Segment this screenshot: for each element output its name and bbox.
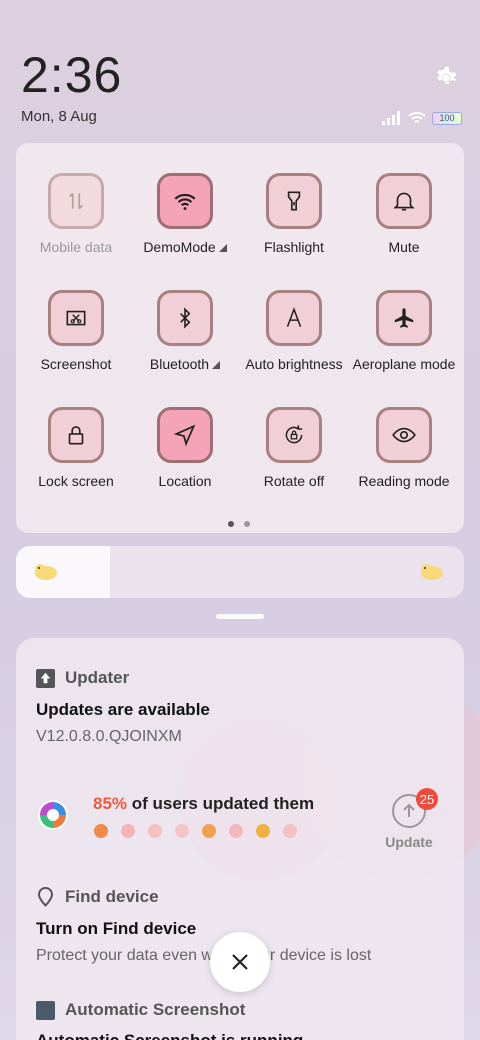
mobile-data-icon[interactable] xyxy=(48,173,104,229)
tile-label: Screenshot xyxy=(21,356,131,372)
signal-icon xyxy=(382,111,400,125)
tile-label-text: Location xyxy=(158,473,212,489)
avatar-icon xyxy=(94,824,108,838)
tile-location[interactable]: Location xyxy=(130,407,240,489)
tile-screenshot[interactable]: Screenshot xyxy=(21,290,131,372)
avatar-icon xyxy=(202,824,216,838)
tile-demomode[interactable]: DemoMode xyxy=(130,173,240,255)
find-device-title[interactable]: Turn on Find device xyxy=(36,919,196,939)
tile-label-text: Reading mode xyxy=(358,473,450,489)
page-dot xyxy=(244,521,250,527)
tile-label: Mobile data xyxy=(21,239,131,255)
tile-label-text: Aeroplane mode xyxy=(352,356,456,372)
avatar-icon xyxy=(121,824,135,838)
screenshot-title[interactable]: Automatic Screenshot is running xyxy=(36,1031,303,1040)
tile-label-text: Flashlight xyxy=(264,239,324,255)
screenshot-app-icon xyxy=(36,1000,55,1020)
tile-label: Mute xyxy=(349,239,459,255)
tile-label-text: Lock screen xyxy=(38,473,114,489)
screenshot-icon[interactable] xyxy=(48,290,104,346)
tile-bluetooth[interactable]: Bluetooth xyxy=(130,290,240,372)
update-label: Update xyxy=(385,834,433,850)
update-percent: 85% xyxy=(93,794,128,813)
rotate-lock-icon[interactable] xyxy=(266,407,322,463)
avatar-icon xyxy=(148,824,162,838)
update-row: 85% of users updated them Update 25 xyxy=(36,788,446,854)
tile-label-text: Screenshot xyxy=(40,356,112,372)
page-indicator xyxy=(228,521,250,527)
screenshot-notification-header: Automatic Screenshot xyxy=(36,1000,245,1020)
tile-reading-mode[interactable]: Reading mode xyxy=(349,407,459,489)
settings-gear-icon[interactable] xyxy=(432,64,460,92)
brightness-slider[interactable] xyxy=(16,546,464,598)
tile-label: DemoMode xyxy=(130,239,240,255)
avatar-icon xyxy=(283,824,297,838)
location-icon[interactable] xyxy=(157,407,213,463)
tile-label: Aeroplane mode xyxy=(349,356,459,372)
tile-flashlight[interactable]: Flashlight xyxy=(239,173,349,255)
tile-label-text: Auto brightness xyxy=(245,356,343,372)
tile-label: Rotate off xyxy=(239,473,349,489)
tile-mobile-data[interactable]: Mobile data xyxy=(21,173,131,255)
tile-mute[interactable]: Mute xyxy=(349,173,459,255)
aeroplane-icon[interactable] xyxy=(376,290,432,346)
find-device-app-name: Find device xyxy=(65,887,159,906)
drag-handle[interactable] xyxy=(216,614,264,619)
battery-icon: 100 xyxy=(432,111,462,125)
wifi-icon[interactable] xyxy=(157,173,213,229)
update-percent-line: 85% of users updated them xyxy=(93,794,314,814)
tile-label-text: Bluetooth xyxy=(149,356,210,372)
screenshot-app-name: Automatic Screenshot xyxy=(65,1000,246,1019)
tile-label-text: Mute xyxy=(388,239,420,255)
flashlight-icon[interactable] xyxy=(266,173,322,229)
eye-icon[interactable] xyxy=(376,407,432,463)
tile-label: Lock screen xyxy=(21,473,131,489)
tile-label-text: Mobile data xyxy=(39,239,113,255)
find-device-body: Protect your data even when your device … xyxy=(36,947,372,964)
tile-lock-screen[interactable]: Lock screen xyxy=(21,407,131,489)
tile-label: Reading mode xyxy=(349,473,459,489)
clock: 2:36 xyxy=(21,47,123,103)
updater-version: V12.0.8.0.QJOINXM xyxy=(36,728,182,745)
updater-title[interactable]: Updates are available xyxy=(36,700,210,720)
avatar-icon xyxy=(229,824,243,838)
bluetooth-icon[interactable] xyxy=(157,290,213,346)
expand-triangle-icon xyxy=(212,361,221,369)
auto-brightness-icon[interactable] xyxy=(266,290,322,346)
tile-label-text: DemoMode xyxy=(143,239,216,255)
brightness-low-icon xyxy=(35,564,57,580)
avatar-icon xyxy=(175,824,189,838)
tile-label: Flashlight xyxy=(239,239,349,255)
page-dot-active xyxy=(228,521,234,527)
close-icon xyxy=(232,954,248,970)
date: Mon, 8 Aug xyxy=(21,108,97,125)
tile-auto-brightness[interactable]: Auto brightness xyxy=(239,290,349,372)
clear-notifications-button[interactable] xyxy=(210,932,270,992)
tile-label: Bluetooth xyxy=(130,356,240,372)
find-device-notification-header: Find device xyxy=(36,887,159,907)
tile-rotate-off[interactable]: Rotate off xyxy=(239,407,349,489)
tile-aeroplane-mode[interactable]: Aeroplane mode xyxy=(349,290,459,372)
updater-logo-icon xyxy=(38,800,68,830)
tile-label: Location xyxy=(130,473,240,489)
updater-app-name: Updater xyxy=(65,668,130,687)
avatar-icon xyxy=(256,824,270,838)
updater-app-icon xyxy=(36,668,55,688)
tile-label-text: Rotate off xyxy=(263,473,325,489)
update-percent-suffix: of users updated them xyxy=(127,794,315,813)
bell-icon[interactable] xyxy=(376,173,432,229)
location-pin-icon xyxy=(37,887,54,907)
wifi-status-icon xyxy=(408,112,426,123)
updater-notification-header: Updater xyxy=(36,668,129,688)
user-avatars xyxy=(94,824,297,838)
expand-triangle-icon xyxy=(218,244,227,252)
brightness-high-icon xyxy=(421,564,443,580)
status-icons: 100 xyxy=(382,110,462,126)
tile-label: Auto brightness xyxy=(239,356,349,372)
brightness-fill xyxy=(16,546,111,598)
update-count-badge: 25 xyxy=(416,788,438,810)
lock-icon[interactable] xyxy=(48,407,104,463)
